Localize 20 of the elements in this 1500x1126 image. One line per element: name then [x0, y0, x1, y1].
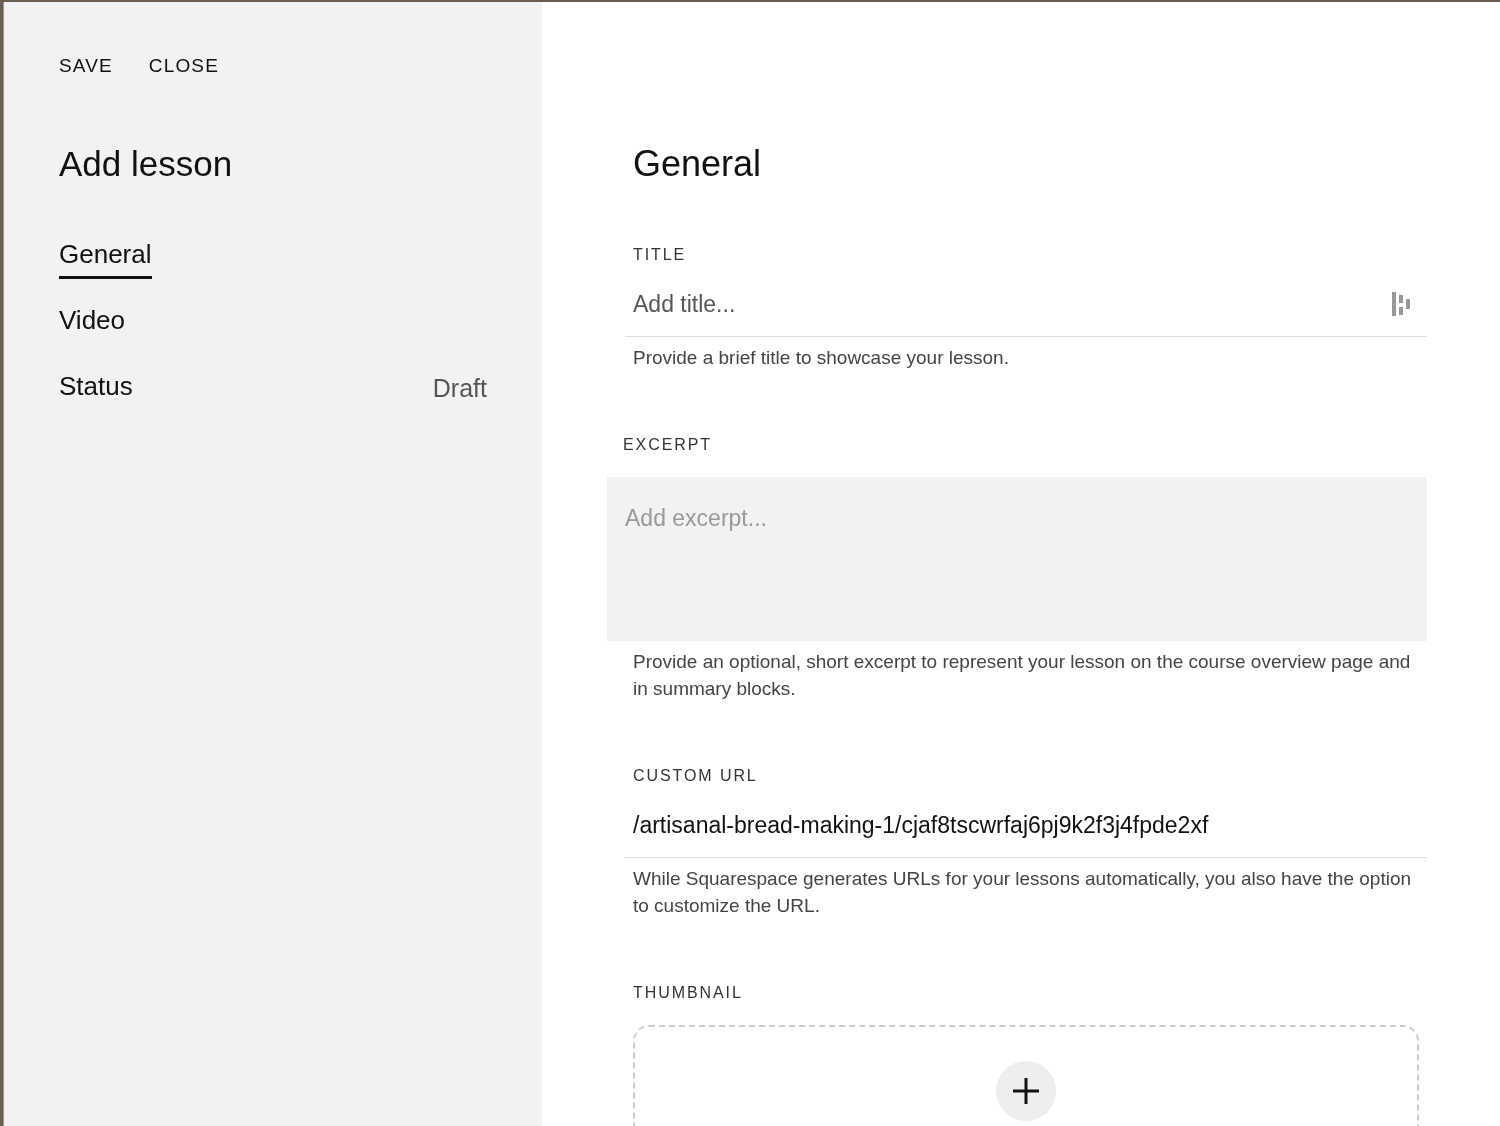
close-button[interactable]: CLOSE: [148, 52, 219, 81]
excerpt-field[interactable]: Add excerpt...: [607, 477, 1427, 642]
field-label: CUSTOM URL: [632, 766, 759, 787]
help-text: Provide an optional, short excerpt to represent your lesson on the course overview page and in summary blocks.: [632, 650, 1412, 701]
title-field[interactable]: Add title...: [633, 287, 1391, 322]
sidebar-tab[interactable]: Status: [59, 366, 133, 411]
sidebar-tab[interactable]: Video: [59, 300, 126, 345]
panel-title: Add lesson: [59, 142, 234, 185]
help-text: Provide a brief title to showcase your lesson.: [632, 345, 1010, 370]
url-field[interactable]: /artisanal-bread-making-1/cjaf8tscwrfaj6pj9k2f3j4fpde2xf: [633, 808, 1411, 843]
status-value: Draft: [432, 372, 487, 404]
help-text: While Squarespace generates URLs for your lessons automatically, you also have the option to customize the URL.: [632, 866, 1413, 918]
field-label: THUMBNAIL: [632, 983, 744, 1004]
sidebar-tab[interactable]: General: [59, 234, 152, 279]
section-heading: General: [632, 142, 763, 186]
field-label: EXCERPT: [622, 435, 713, 456]
bars-icon[interactable]: [1391, 291, 1411, 318]
save-button[interactable]: SAVE: [59, 52, 113, 81]
field-label: TITLE: [632, 245, 688, 266]
plus-icon: [1011, 1076, 1041, 1107]
